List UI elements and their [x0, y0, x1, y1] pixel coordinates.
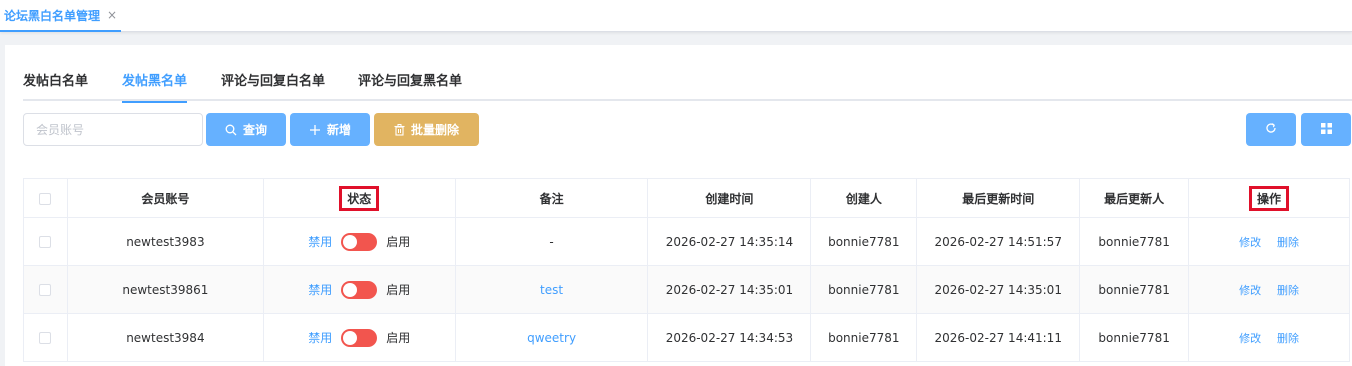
- updated-at-cell: 2026-02-27 14:41:11: [916, 313, 1081, 362]
- add-button-label: 新增: [326, 123, 351, 137]
- column-header-actions: 操作: [1188, 178, 1350, 218]
- page-tab-label: 论坛黑白名单管理: [4, 8, 101, 23]
- query-button-label: 查询: [242, 123, 267, 137]
- close-icon[interactable]: ×: [107, 8, 117, 22]
- remark-cell: -: [455, 217, 649, 266]
- grid-icon: [1320, 122, 1332, 137]
- column-header-remark: 备注: [455, 178, 649, 218]
- status-on-label: 启用: [386, 235, 411, 249]
- edit-link[interactable]: 修改: [1239, 332, 1261, 345]
- edit-link[interactable]: 修改: [1239, 236, 1261, 249]
- updated-at-cell: 2026-02-27 14:51:57: [916, 217, 1081, 266]
- table-header-row: 会员账号 状态 备注 创建时间 创建人 最后更新时间 最后更新人 操作: [23, 178, 1350, 218]
- account-cell: newtest39861: [67, 265, 264, 314]
- table-row: newtest39861 禁用 启用 test 2026-02-27 14:35…: [23, 265, 1350, 314]
- blacklist-table: 会员账号 状态 备注 创建时间 创建人 最后更新时间 最后更新人 操作 newt…: [23, 178, 1350, 362]
- status-toggle[interactable]: [341, 328, 378, 347]
- tab-comment-blacklist[interactable]: 评论与回复黑名单: [358, 63, 462, 101]
- status-off-label: 禁用: [308, 235, 333, 249]
- status-on-label: 启用: [386, 331, 411, 345]
- row-checkbox[interactable]: [39, 284, 52, 296]
- remark-cell: test: [455, 265, 649, 314]
- status-cell: 禁用 启用: [263, 217, 456, 266]
- row-checkbox[interactable]: [39, 236, 52, 248]
- row-select-cell: [23, 217, 68, 266]
- column-header-account: 会员账号: [67, 178, 264, 218]
- column-layout-button[interactable]: [1301, 113, 1351, 146]
- actions-header-highlight: 操作: [1249, 185, 1290, 211]
- status-cell: 禁用 启用: [263, 313, 456, 362]
- creator-cell: bonnie7781: [810, 313, 918, 362]
- creator-cell: bonnie7781: [810, 217, 918, 266]
- tab-post-whitelist[interactable]: 发帖白名单: [23, 63, 88, 101]
- edit-link[interactable]: 修改: [1239, 284, 1261, 297]
- select-all-cell: [23, 178, 68, 218]
- actions-cell: 修改 删除: [1188, 313, 1350, 362]
- status-toggle[interactable]: [341, 280, 378, 299]
- status-cell: 禁用 启用: [263, 265, 456, 314]
- status-toggle[interactable]: [341, 232, 378, 251]
- row-select-cell: [23, 313, 68, 362]
- status-on-label: 启用: [386, 283, 411, 297]
- batch-delete-button[interactable]: 批量删除: [374, 113, 479, 146]
- tab-comment-whitelist[interactable]: 评论与回复白名单: [221, 63, 325, 101]
- creator-cell: bonnie7781: [810, 265, 918, 314]
- status-off-label: 禁用: [308, 283, 333, 297]
- column-header-created-at: 创建时间: [647, 178, 812, 218]
- column-header-creator: 创建人: [810, 178, 918, 218]
- batch-delete-button-label: 批量删除: [410, 123, 459, 137]
- delete-link[interactable]: 删除: [1277, 332, 1299, 345]
- remark-link[interactable]: qweetry: [527, 331, 576, 345]
- updated-at-cell: 2026-02-27 14:35:01: [916, 265, 1081, 314]
- search-icon: [225, 124, 237, 136]
- created-at-cell: 2026-02-27 14:35:01: [647, 265, 812, 314]
- tab-post-blacklist[interactable]: 发帖黑名单: [122, 63, 188, 103]
- remark-cell: qweetry: [455, 313, 649, 362]
- row-select-cell: [23, 265, 68, 314]
- table-row: newtest3984 禁用 启用 qweetry 2026-02-27 14:…: [23, 313, 1350, 362]
- top-tab-bar: 论坛黑白名单管理 ×: [0, 0, 1352, 32]
- updater-cell: bonnie7781: [1079, 313, 1190, 362]
- column-header-updated-at: 最后更新时间: [916, 178, 1081, 218]
- table-row: newtest3983 禁用 启用 - 2026-02-27 14:35:14 …: [23, 217, 1350, 266]
- refresh-button[interactable]: [1246, 113, 1296, 146]
- row-checkbox[interactable]: [39, 332, 52, 344]
- account-cell: newtest3984: [67, 313, 264, 362]
- updater-cell: bonnie7781: [1079, 265, 1190, 314]
- member-account-input[interactable]: [23, 113, 203, 146]
- remark-link[interactable]: test: [540, 283, 563, 297]
- actions-cell: 修改 删除: [1188, 265, 1350, 314]
- page-tab-forum-blacklist[interactable]: 论坛黑白名单管理 ×: [0, 0, 122, 32]
- delete-link[interactable]: 删除: [1277, 236, 1299, 249]
- plus-icon: [309, 124, 321, 136]
- trash-icon: [394, 123, 405, 136]
- actions-cell: 修改 删除: [1188, 217, 1350, 266]
- tab-strip: 发帖白名单 发帖黑名单 评论与回复白名单 评论与回复黑名单: [23, 63, 1352, 103]
- status-off-label: 禁用: [308, 331, 333, 345]
- status-header-highlight: 状态: [339, 185, 380, 211]
- delete-link[interactable]: 删除: [1277, 284, 1299, 297]
- account-cell: newtest3983: [67, 217, 264, 266]
- updater-cell: bonnie7781: [1079, 217, 1190, 266]
- query-button[interactable]: 查询: [206, 113, 286, 146]
- created-at-cell: 2026-02-27 14:35:14: [647, 217, 812, 266]
- column-header-status: 状态: [263, 178, 456, 218]
- column-header-updater: 最后更新人: [1079, 178, 1190, 218]
- select-all-checkbox[interactable]: [39, 192, 52, 205]
- created-at-cell: 2026-02-27 14:34:53: [647, 313, 812, 362]
- content-card: 发帖白名单 发帖黑名单 评论与回复白名单 评论与回复黑名单 查询 新增 批量删除: [5, 45, 1352, 366]
- refresh-icon: [1265, 122, 1277, 137]
- add-button[interactable]: 新增: [290, 113, 370, 146]
